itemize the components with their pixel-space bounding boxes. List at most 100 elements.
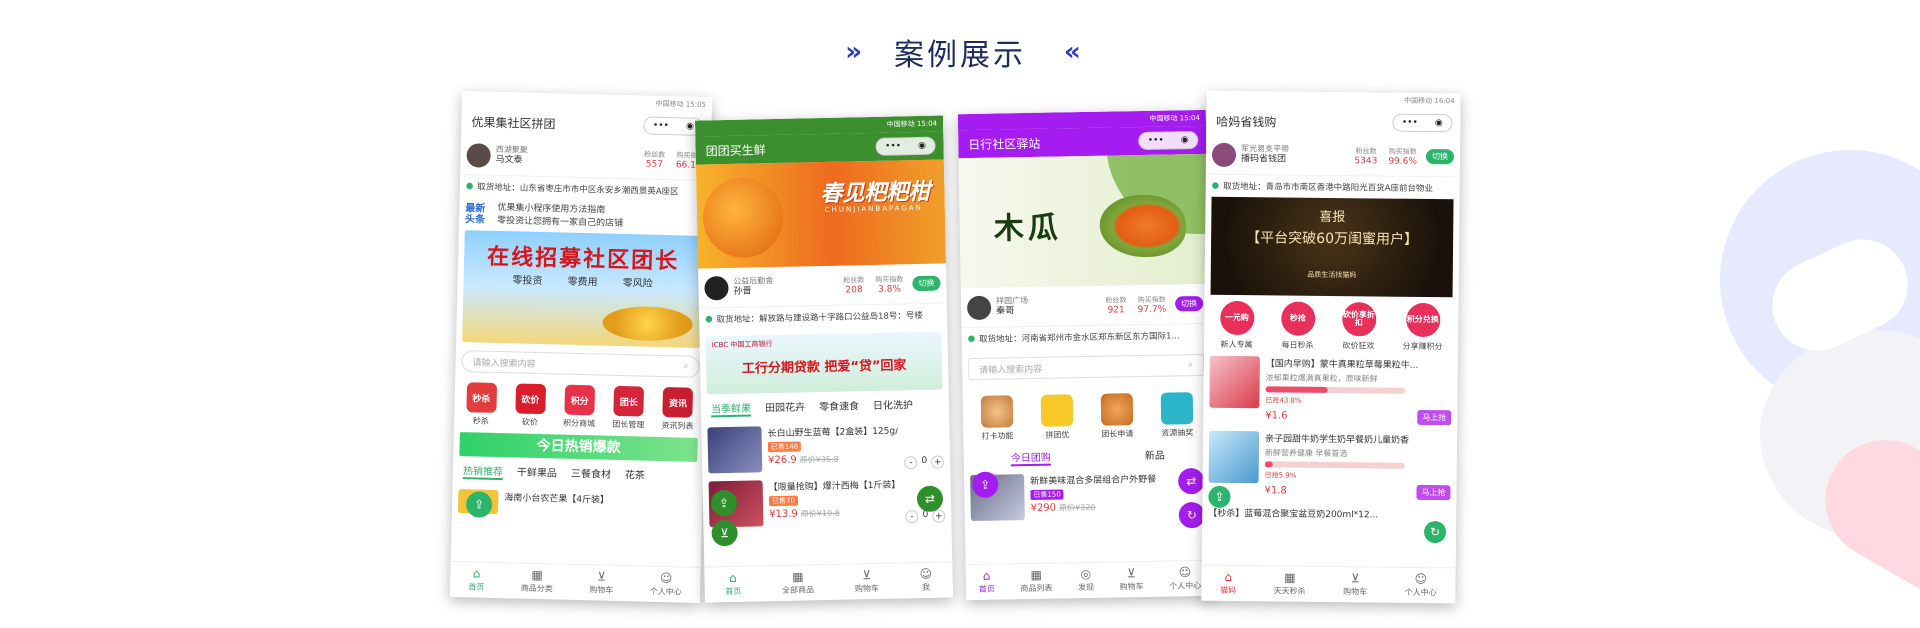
tab-profile[interactable]: ☺ 个人中心 <box>1405 572 1437 598</box>
tab-today-group[interactable]: 今日团购 <box>1010 448 1051 467</box>
tab-home[interactable]: ⌂ 首页 <box>468 566 485 592</box>
orange-banner[interactable]: 春见粑粑柑 CHUNJIANBAPAGAN <box>695 159 947 269</box>
buy-now-button[interactable]: 马上抢 <box>1417 409 1452 426</box>
leader-name: 马文泰 <box>495 154 523 166</box>
app-title: 哈妈省钱购 <box>1216 114 1277 129</box>
list-item[interactable]: 【国内早购】蒙牛真果粒草莓果粒牛... 浓郁果粒爆满真果粒，原味新鲜 已抢43.… <box>1203 352 1458 430</box>
close-target-icon[interactable]: ◉ <box>1181 135 1189 145</box>
close-target-icon[interactable]: ◉ <box>918 141 926 151</box>
quantity-stepper[interactable]: -0 + <box>904 455 945 470</box>
tab-all-products[interactable]: ▦ 全部商品 <box>782 569 815 596</box>
tab-meals[interactable]: 三餐食材 <box>571 465 611 483</box>
grid-icon: ▦ <box>1284 570 1296 585</box>
phone-screenshot-rixing: 中国移动 15:04 日行社区驿站 ••• ◉ 木瓜 祥园广场 秦哥 粉丝数 921 … <box>957 109 1215 601</box>
tab-cart[interactable]: ⊻ 购物车 <box>589 569 614 596</box>
app-titlebar: 日行社区驿站 ••• ◉ <box>958 125 1207 159</box>
more-icon[interactable]: ••• <box>885 141 901 151</box>
user-icon: ☺ <box>659 570 673 586</box>
gingerbread-icon <box>1100 393 1134 426</box>
compass-icon: ◎ <box>1080 566 1092 582</box>
tab-snacks[interactable]: 零食速食 <box>819 397 859 415</box>
tab-discover[interactable]: ◎ 发现 <box>1078 566 1094 593</box>
progress-bar <box>1265 386 1406 394</box>
cat-bargain[interactable]: 砍价 砍价 <box>509 383 552 428</box>
refresh-fab-icon[interactable]: ↻ <box>1423 520 1447 544</box>
tab-profile[interactable]: ☺ 个人中心 <box>650 570 683 598</box>
tab-cart[interactable]: ⊻ 购物车 <box>1119 566 1144 592</box>
papaya-banner[interactable]: 木瓜 <box>958 153 1209 289</box>
search-input[interactable]: 请输入搜索内容 ⌕ <box>461 350 700 379</box>
points-icon: 积分兑换 <box>1405 302 1440 338</box>
tab-dried-fruit[interactable]: 干鲜果品 <box>517 464 557 482</box>
grid-icon: ▦ <box>792 569 804 584</box>
avatar <box>1211 142 1237 167</box>
mini-program-capsule[interactable]: ••• ◉ <box>1392 113 1453 133</box>
quick-checkin[interactable]: 打卡功能 <box>980 395 1014 442</box>
section-heading: » 案例展示 « <box>0 30 1920 74</box>
tab-profile[interactable]: ☺ 个人中心 <box>1169 565 1201 592</box>
tab-home[interactable]: ⌂ 首页 <box>979 569 995 595</box>
promo-seckill[interactable]: 秒抢 每日秒杀 <box>1280 301 1315 350</box>
close-target-icon[interactable]: ◉ <box>1435 118 1443 128</box>
double-chevron-right-icon: » <box>845 37 862 67</box>
tab-flowers[interactable]: 田园花卉 <box>765 398 805 416</box>
mini-program-capsule[interactable]: ••• ◉ <box>875 136 936 156</box>
promo-bargain[interactable]: 砍价享折扣 砍价狂欢 <box>1341 302 1376 351</box>
tab-daily[interactable]: 日化洗护 <box>873 396 913 414</box>
papaya-fruit-image <box>1099 194 1187 258</box>
leader-icon: 团长 <box>613 386 645 417</box>
cat-leader[interactable]: 团长 团长管理 <box>607 386 650 431</box>
search-input[interactable]: 请输入搜索内容 ⌕ <box>968 353 1205 381</box>
fans-stat: 粉丝数 557 <box>644 149 666 170</box>
quick-leader-apply[interactable]: 团长申请 <box>1100 393 1134 440</box>
recruit-banner[interactable]: 在线招募社区团长 零投资 零费用 零风险 <box>462 230 703 349</box>
tab-category[interactable]: ▦ 商品分类 <box>521 568 554 595</box>
buy-now-button[interactable]: 马上抢 <box>1416 484 1451 501</box>
tab-new[interactable]: 新品 <box>1145 447 1165 464</box>
leader-info-row: 西湖聚聚 马文泰 粉丝数 557 购买指数 66.1% <box>460 135 712 182</box>
quick-lottery[interactable]: 资源抽奖 <box>1160 392 1194 439</box>
tab-daily-seckill[interactable]: ▦ 天天秒杀 <box>1274 571 1306 596</box>
quantity-stepper[interactable]: -0 + <box>905 509 946 524</box>
tab-hot[interactable]: 热销推荐 <box>462 462 504 481</box>
avatar <box>704 275 729 300</box>
list-item[interactable]: 新鲜美味混合多层组合户外野餐 已售150 ¥290 原价¥320 <box>964 467 1213 525</box>
quick-group[interactable]: 拼团优 <box>1040 394 1074 441</box>
close-target-icon[interactable]: ◉ <box>686 122 694 132</box>
list-item[interactable]: 亲子园甜牛奶学生奶早餐奶儿童奶香 新鲜营养健康 早餐首选 已抢5.9% ¥1.8… <box>1202 427 1457 505</box>
share-fab-icon[interactable]: ⇪ <box>1208 485 1231 508</box>
switch-button[interactable]: 切换 <box>912 275 941 292</box>
tab-cart[interactable]: ⊻ 购物车 <box>1343 571 1367 597</box>
tab-home[interactable]: ⌂ 首页 <box>725 571 742 597</box>
milestone-banner[interactable]: 喜报 【平台突破60万闺蜜用户】 品质生活找猫妈 <box>1210 196 1454 298</box>
more-icon[interactable]: ••• <box>1148 136 1164 146</box>
tab-home[interactable]: ⌂ 猫妈 <box>1220 570 1236 596</box>
tab-seasonal-fruit[interactable]: 当季鲜果 <box>710 399 752 418</box>
tab-tea[interactable]: 花茶 <box>625 466 645 483</box>
product-thumb <box>1208 430 1260 484</box>
cart-fab-icon[interactable]: ⊻ <box>711 519 738 547</box>
more-icon[interactable]: ••• <box>1402 118 1418 128</box>
tab-me[interactable]: ☺ 我 <box>919 567 932 593</box>
promo-one-yuan[interactable]: 一元购 新人专属 <box>1219 300 1254 350</box>
cat-news[interactable]: 资讯 资讯列表 <box>656 387 699 432</box>
promo-points[interactable]: 积分兑换 分享赚积分 <box>1402 302 1443 352</box>
switch-button[interactable]: 切换 <box>1174 295 1204 312</box>
cat-seckill[interactable]: 秒杀 秒杀 <box>460 382 503 427</box>
bargain-icon: 砍价 <box>515 383 546 415</box>
mini-program-capsule[interactable]: ••• ◉ <box>1138 131 1199 151</box>
seckill-icon: 秒杀 <box>465 382 497 414</box>
list-item[interactable]: 长白山野生蓝莓【2盒装】125g/每... 已售148 ¥26.9 原价¥35.8… <box>701 418 950 477</box>
double-chevron-left-icon: « <box>1064 37 1081 67</box>
bank-loan-banner[interactable]: ICBC 中国工商银行 工行分期贷款 把爱“贷”回家 <box>705 331 943 395</box>
switch-button[interactable]: 切换 <box>1425 148 1455 165</box>
fans-stat: 粉丝数 5343 <box>1354 146 1378 166</box>
list-item[interactable]: 【秒杀】蓝莓混合聚宝盆豆奶200ml*12... <box>1202 502 1456 526</box>
list-item[interactable]: 【限量抢购】爆汁西梅【1斤装】... 已售70 ¥13.9 原价¥19.8 -0 + <box>702 472 951 531</box>
tab-cart[interactable]: ⊻ 购物车 <box>855 568 880 594</box>
cat-points[interactable]: 积分 积分商城 <box>558 384 601 430</box>
search-icon: ⌕ <box>1188 360 1194 371</box>
more-icon[interactable]: ••• <box>653 121 669 131</box>
refresh-fab-icon[interactable]: ↻ <box>1178 501 1206 529</box>
tab-product-list[interactable]: ▦ 商品列表 <box>1020 568 1052 595</box>
